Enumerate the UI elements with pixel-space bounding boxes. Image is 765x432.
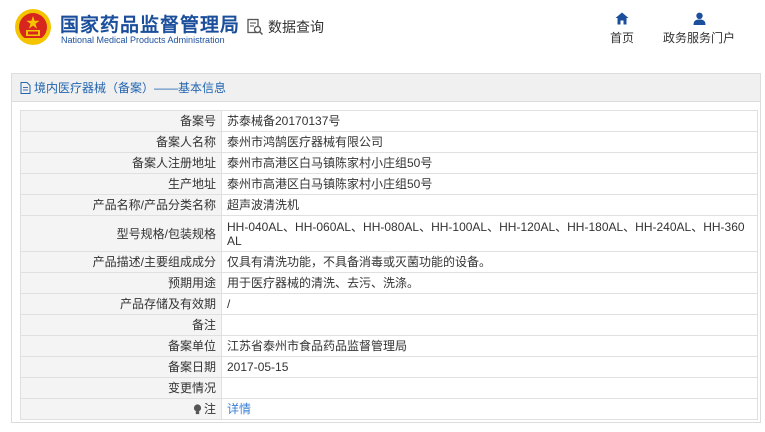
table-row: 备案人名称 泰州市鸿鹄医疗器械有限公司 [20, 131, 758, 153]
search-document-icon [247, 18, 264, 36]
field-label: 备案单位 [20, 335, 222, 357]
field-value: 详情 [221, 398, 758, 420]
document-icon [20, 81, 31, 94]
field-label: 备注 [20, 314, 222, 336]
field-value: 2017-05-15 [221, 356, 758, 378]
field-label: 变更情况 [20, 377, 222, 399]
brand-title-en: National Medical Products Administration [61, 35, 225, 45]
field-value [221, 377, 758, 399]
details-link[interactable]: 详情 [227, 402, 251, 416]
user-icon [693, 12, 705, 25]
field-label: 生产地址 [20, 173, 222, 195]
nav-service-portal[interactable]: 政务服务门户 [660, 12, 738, 46]
field-value: 泰州市鸿鹄医疗器械有限公司 [221, 131, 758, 153]
table-row: 备案日期 2017-05-15 [20, 356, 758, 378]
field-label: 备案人注册地址 [20, 152, 222, 174]
table-row: 注 详情 [20, 398, 758, 420]
panel-header: 境内医疗器械（备案）——基本信息 [12, 74, 760, 102]
field-value: 泰州市高港区白马镇陈家村小庄组50号 [221, 152, 758, 174]
site-header: 国家药品监督管理局 National Medical Products Admi… [0, 0, 765, 62]
field-label: 备案日期 [20, 356, 222, 378]
lightbulb-icon [193, 404, 202, 415]
table-row: 产品名称/产品分类名称 超声波清洗机 [20, 194, 758, 216]
field-value [221, 314, 758, 336]
table-row: 预期用途 用于医疗器械的清洗、去污、洗涤。 [20, 272, 758, 294]
table-row: 产品存储及有效期 / [20, 293, 758, 315]
record-info-table: 备案号 苏泰械备20170137号 备案人名称 泰州市鸿鹄医疗器械有限公司 备案… [20, 110, 758, 420]
field-value: 用于医疗器械的清洗、去污、洗涤。 [221, 272, 758, 294]
record-panel: 境内医疗器械（备案）——基本信息 备案号 苏泰械备20170137号 备案人名称… [11, 73, 761, 423]
field-label: 产品名称/产品分类名称 [20, 194, 222, 216]
field-value: 超声波清洗机 [221, 194, 758, 216]
brand-title-cn: 国家药品监督管理局 [60, 15, 241, 36]
field-value: 泰州市高港区白马镇陈家村小庄组50号 [221, 173, 758, 195]
field-label: 注 [203, 402, 216, 416]
table-row: 变更情况 [20, 377, 758, 399]
field-label: 备案人名称 [20, 131, 222, 153]
field-value: / [221, 293, 758, 315]
field-label: 预期用途 [20, 272, 222, 294]
nav-home-label: 首页 [609, 31, 634, 45]
field-label: 备案号 [20, 110, 222, 132]
table-row: 备案人注册地址 泰州市高港区白马镇陈家村小庄组50号 [20, 152, 758, 174]
field-value: 江苏省泰州市食品药品监督管理局 [221, 335, 758, 357]
table-row: 产品描述/主要组成成分 仅具有清洗功能，不具备消毒或灭菌功能的设备。 [20, 251, 758, 273]
field-label: 型号规格/包装规格 [20, 215, 222, 252]
table-row: 备注 [20, 314, 758, 336]
field-value: 苏泰械备20170137号 [221, 110, 758, 132]
field-label: 产品存储及有效期 [20, 293, 222, 315]
field-value: HH-040AL、HH-060AL、HH-080AL、HH-100AL、HH-1… [221, 215, 758, 252]
note-label-cell: 注 [20, 398, 222, 420]
panel-title: 境内医疗器械（备案）——基本信息 [34, 81, 227, 95]
table-row: 备案单位 江苏省泰州市食品药品监督管理局 [20, 335, 758, 357]
home-icon [615, 12, 629, 25]
national-emblem-icon [15, 9, 51, 45]
data-query-label: 数据查询 [268, 19, 324, 35]
table-row: 生产地址 泰州市高港区白马镇陈家村小庄组50号 [20, 173, 758, 195]
table-row: 型号规格/包装规格 HH-040AL、HH-060AL、HH-080AL、HH-… [20, 215, 758, 252]
field-label: 产品描述/主要组成成分 [20, 251, 222, 273]
table-row: 备案号 苏泰械备20170137号 [20, 110, 758, 132]
nav-home[interactable]: 首页 [606, 12, 638, 46]
nav-service-label: 政务服务门户 [662, 31, 735, 45]
field-value: 仅具有清洗功能，不具备消毒或灭菌功能的设备。 [221, 251, 758, 273]
data-query-link[interactable]: 数据查询 [246, 17, 324, 37]
